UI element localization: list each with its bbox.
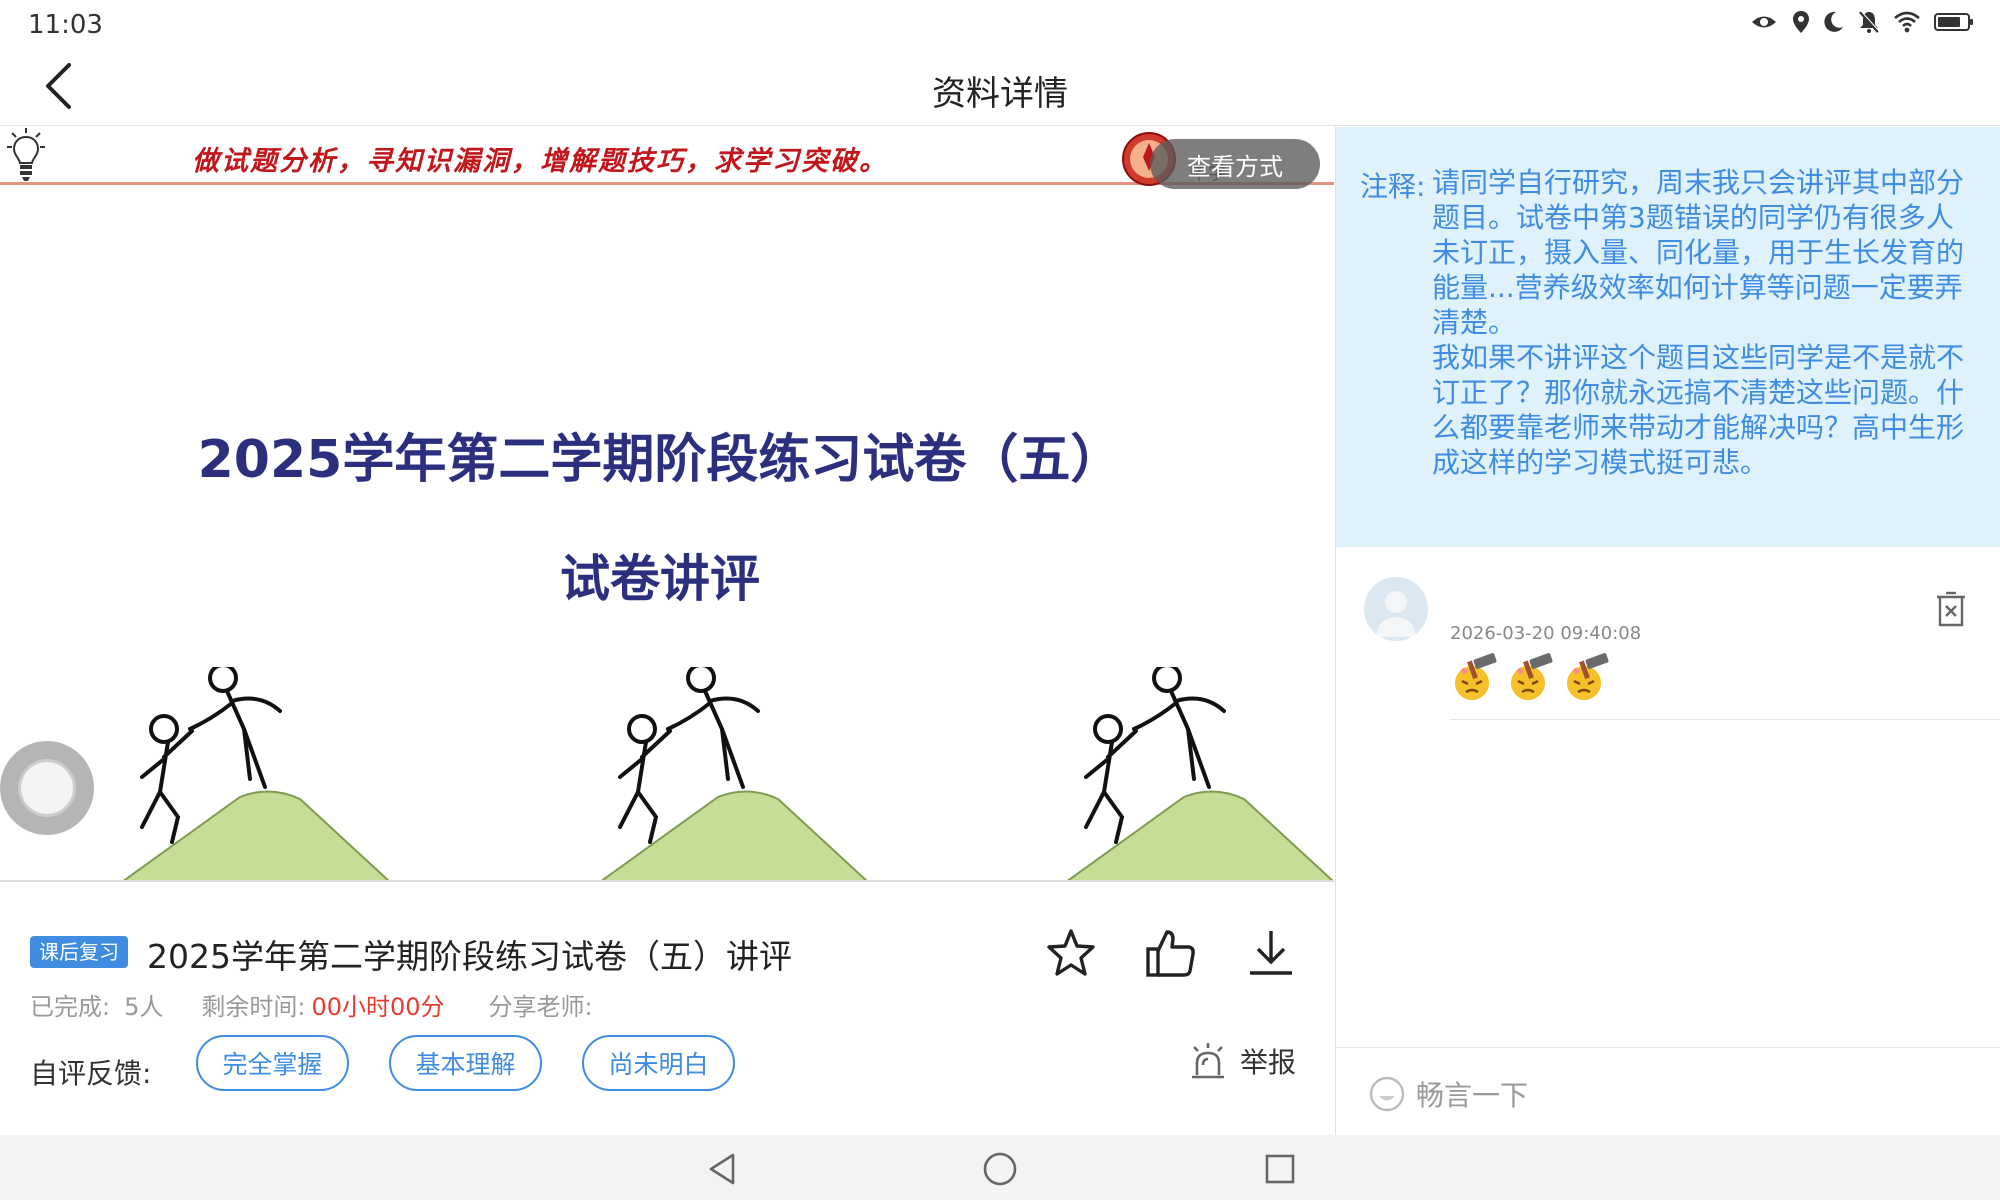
comment-item: 2026-03-20 09:40:08 bbox=[1336, 547, 2000, 747]
comment-emojis bbox=[1448, 651, 1612, 703]
report-label: 举报 bbox=[1239, 1046, 1296, 1079]
comment-input[interactable]: 畅言一下 bbox=[1368, 1074, 1528, 1114]
slide-subtitle: 试卷讲评 bbox=[560, 550, 760, 608]
moon-icon bbox=[1824, 11, 1843, 32]
emoji-smile-icon bbox=[1369, 1076, 1405, 1112]
comment-placeholder: 畅言一下 bbox=[1416, 1079, 1529, 1112]
star-icon bbox=[1047, 929, 1095, 976]
page-title: 资料详情 bbox=[932, 74, 1068, 114]
remaining-value: 00小时00分 bbox=[311, 993, 445, 1021]
note-body: 请同学自行研究，周末我只会讲评其中部分题目。试卷中第3题错误的同学仍有很多人未订… bbox=[1432, 165, 1972, 480]
resource-panel: 做试题分析，寻知识漏洞，增解题技巧，求学习突破。 中学 查看方式 2025学年第… bbox=[0, 127, 1334, 1135]
comment-time: 2026-03-20 09:40:08 bbox=[1450, 623, 1642, 644]
floating-assistive-ball[interactable] bbox=[0, 741, 94, 835]
nav-back-button[interactable] bbox=[700, 1147, 744, 1191]
hammer-face-emoji-icon bbox=[1455, 653, 1497, 700]
location-icon bbox=[1793, 11, 1809, 33]
battery-icon bbox=[1934, 13, 1973, 31]
resource-actions bbox=[1044, 926, 1298, 980]
comment-divider bbox=[1450, 719, 2000, 720]
back-triangle-icon bbox=[709, 1153, 735, 1185]
alarm-icon bbox=[1191, 1043, 1224, 1079]
feedback-understood-button[interactable]: 基本理解 bbox=[389, 1035, 542, 1091]
home-circle-icon bbox=[983, 1152, 1017, 1186]
recents-square-icon bbox=[1265, 1154, 1295, 1184]
resource-meta: 已完成: 5人 剩余时间: 00小时00分 分享老师: bbox=[30, 987, 601, 1022]
feedback-unclear-button[interactable]: 尚未明白 bbox=[582, 1035, 735, 1091]
completed-value: 5人 bbox=[124, 993, 164, 1021]
note-label: 注释: bbox=[1360, 170, 1426, 203]
avatar[interactable] bbox=[1364, 577, 1428, 641]
hammer-face-emoji-icon bbox=[1567, 653, 1609, 700]
completed-label: 已完成: bbox=[30, 993, 111, 1021]
like-button[interactable] bbox=[1144, 926, 1198, 980]
climbing-illustration bbox=[601, 667, 868, 880]
report-button[interactable]: 举报 bbox=[1188, 1041, 1296, 1081]
comment-input-bar: 畅言一下 bbox=[1336, 1047, 2000, 1135]
trash-icon bbox=[1937, 591, 1965, 627]
delete-comment-button[interactable] bbox=[1931, 589, 1971, 629]
system-nav-bar bbox=[0, 1135, 2000, 1200]
feedback-label: 自评反馈: bbox=[30, 1057, 152, 1090]
nav-recents-button[interactable] bbox=[1258, 1147, 1302, 1191]
view-mode-button[interactable]: 查看方式 bbox=[1150, 139, 1320, 189]
lightbulb-icon bbox=[7, 128, 45, 181]
category-tag: 课后复习 bbox=[30, 936, 128, 968]
teacher-note: 注释: 请同学自行研究，周末我只会讲评其中部分题目。试卷中第3题错误的同学仍有很… bbox=[1336, 127, 2000, 547]
nav-home-button[interactable] bbox=[978, 1147, 1022, 1191]
download-button[interactable] bbox=[1244, 926, 1298, 980]
user-avatar-icon bbox=[1376, 591, 1416, 637]
status-icons bbox=[1750, 10, 1974, 34]
resource-info: 课后复习 2025学年第二学期阶段练习试卷（五）讲评 已完成: 5人 剩余时间:… bbox=[0, 884, 1334, 1134]
thumbs-up-icon bbox=[1146, 930, 1195, 977]
slide-title: 2025学年第二学期阶段练习试卷（五） bbox=[197, 430, 1123, 490]
slide-preview[interactable]: 做试题分析，寻知识漏洞，增解题技巧，求学习突破。 中学 查看方式 2025学年第… bbox=[0, 127, 1334, 882]
teacher-label: 分享老师: bbox=[488, 993, 593, 1021]
comments-panel: 注释: 请同学自行研究，周末我只会讲评其中部分题目。试卷中第3题错误的同学仍有很… bbox=[1335, 127, 2000, 1135]
eye-icon bbox=[1752, 16, 1776, 28]
feedback-mastered-button[interactable]: 完全掌握 bbox=[196, 1035, 349, 1091]
bell-off-icon bbox=[1859, 10, 1880, 33]
note-paragraph: 请同学自行研究，周末我只会讲评其中部分题目。试卷中第3题错误的同学仍有很多人未订… bbox=[1432, 166, 1965, 339]
hammer-face-emoji-icon bbox=[1511, 653, 1553, 700]
climbing-illustration bbox=[123, 667, 390, 880]
resource-title: 2025学年第二学期阶段练习试卷（五）讲评 bbox=[147, 937, 792, 976]
note-paragraph: 我如果不讲评这个题目这些同学是不是就不订正了？那你就永远搞不清楚这些问题。什么都… bbox=[1432, 341, 1965, 479]
climbing-illustration bbox=[1067, 667, 1334, 880]
favorite-button[interactable] bbox=[1044, 926, 1098, 980]
title-bar: 资料详情 bbox=[0, 48, 2000, 126]
status-bar: 11:03 bbox=[0, 0, 2000, 48]
slide-banner: 做试题分析，寻知识漏洞，增解题技巧，求学习突破。 中学 查看方式 bbox=[0, 127, 1334, 189]
remaining-label: 剩余时间: bbox=[201, 993, 306, 1021]
floating-ball-core bbox=[18, 759, 76, 817]
banner-slogan: 做试题分析，寻知识漏洞，增解题技巧，求学习突破。 bbox=[192, 146, 888, 177]
status-time: 11:03 bbox=[28, 10, 103, 40]
wifi-icon bbox=[1894, 11, 1920, 33]
download-icon bbox=[1250, 931, 1292, 975]
